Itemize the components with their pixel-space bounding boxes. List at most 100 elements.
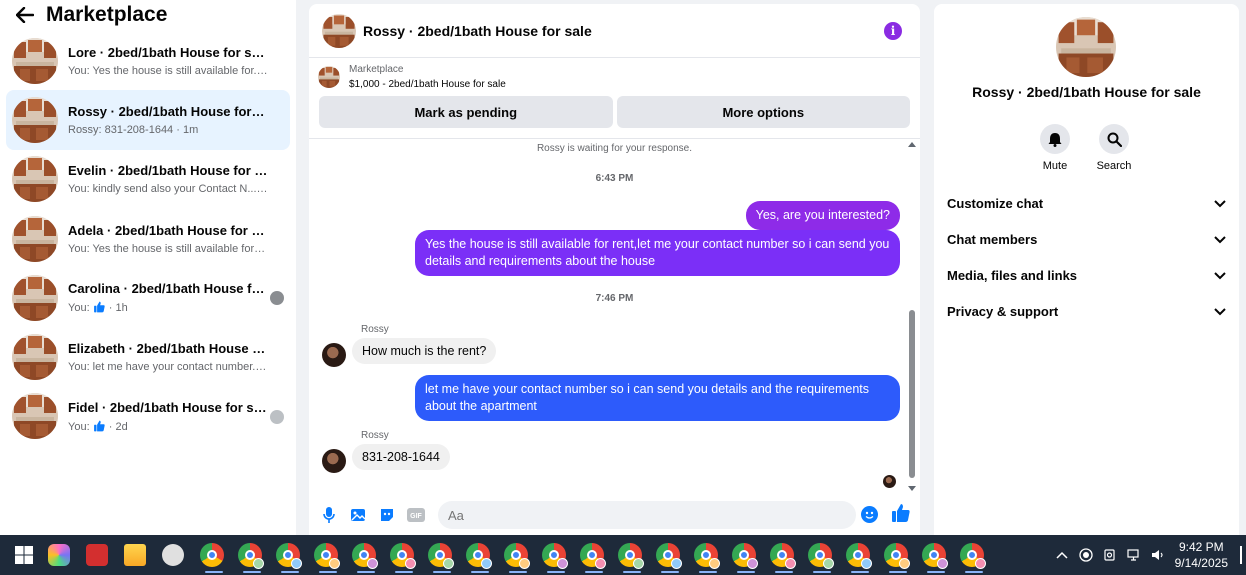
chrome-icon[interactable] xyxy=(200,543,224,573)
like-thumb-icon[interactable] xyxy=(891,503,911,528)
mark-pending-button[interactable]: Mark as pending xyxy=(319,96,613,128)
message-line: details and requirements about the house xyxy=(425,254,656,268)
conversation-item[interactable]: Evelin · 2bed/1bath House for sale You: k… xyxy=(6,150,290,209)
info-icon[interactable]: i xyxy=(884,22,902,40)
conversation-thumbnail xyxy=(12,215,58,262)
microphone-icon[interactable] xyxy=(320,506,338,524)
chrome-icon[interactable] xyxy=(656,543,682,573)
clock-date: 9/14/2025 xyxy=(1174,556,1228,570)
gif-icon[interactable]: GIF xyxy=(407,506,425,524)
scroll-down-arrow-icon[interactable] xyxy=(908,486,916,491)
chrome-icon[interactable] xyxy=(770,543,796,573)
chrome-icon[interactable] xyxy=(960,543,986,573)
chrome-icon[interactable] xyxy=(618,543,644,573)
chat-title[interactable]: Rossy · 2bed/1bath House for sale xyxy=(363,23,592,39)
conversation-preview: You: let me have your contact number... … xyxy=(68,361,268,374)
start-button[interactable] xyxy=(0,546,48,564)
camera-icon[interactable] xyxy=(1103,548,1117,562)
chrome-icon[interactable] xyxy=(390,543,416,573)
chrome-icon[interactable] xyxy=(580,543,606,573)
chrome-icon[interactable] xyxy=(694,543,720,573)
marketplace-label: Marketplace xyxy=(349,64,404,75)
chrome-icon[interactable] xyxy=(276,543,302,573)
listing-price: $1,000 - 2bed/1bath House for sale xyxy=(349,79,506,90)
chrome-icon[interactable] xyxy=(542,543,568,573)
scroll-thumb[interactable] xyxy=(909,310,915,478)
taskbar-clock[interactable]: 9:42 PM 9/14/2025 xyxy=(1175,539,1228,571)
details-section[interactable]: Customize chat xyxy=(947,185,1226,221)
record-icon[interactable] xyxy=(1078,548,1093,562)
marketplace-listing[interactable]: Marketplace $1,000 - 2bed/1bath House fo… xyxy=(309,58,920,96)
paint-icon[interactable] xyxy=(162,544,184,566)
conversation-preview: You: Yes the house is still available fo… xyxy=(68,64,268,77)
chrome-icon[interactable] xyxy=(846,543,872,573)
conversation-name: Lore · 2bed/1bath House for sale xyxy=(68,44,268,60)
chrome-icon[interactable] xyxy=(428,543,454,573)
chrome-icon[interactable] xyxy=(922,543,948,573)
scrollbar[interactable] xyxy=(908,139,916,494)
message-composer: GIF xyxy=(309,499,920,531)
outgoing-message: let me have your contact number so i can… xyxy=(415,375,900,421)
conversation-item[interactable]: Elizabeth · 2bed/1bath House for s... You… xyxy=(6,327,290,386)
chrome-icon[interactable] xyxy=(732,543,758,573)
conversation-preview: You: Yes the house is still available fo… xyxy=(68,242,267,255)
chevron-down-icon xyxy=(1214,304,1226,319)
conversation-preview: You: · 2d xyxy=(68,420,128,433)
system-tray: 9:42 PM 9/14/2025 xyxy=(1055,535,1246,575)
chrome-icon[interactable] xyxy=(808,543,834,573)
scroll-up-arrow-icon[interactable] xyxy=(908,142,916,147)
message-line: let me have your contact number so i can… xyxy=(425,382,870,396)
details-section[interactable]: Privacy & support xyxy=(947,294,1226,330)
timestamp: 6:43 PM xyxy=(595,173,634,184)
details-section[interactable]: Media, files and links xyxy=(947,258,1226,294)
conversation-item[interactable]: Rossy · 2bed/1bath House for sale Rossy: … xyxy=(6,90,290,150)
more-options-button[interactable]: More options xyxy=(616,96,910,128)
bell-icon[interactable] xyxy=(1040,124,1070,154)
chrome-icon[interactable] xyxy=(238,543,264,573)
chrome-icon[interactable] xyxy=(466,543,492,573)
app-icon[interactable] xyxy=(86,544,108,566)
chevron-down-icon xyxy=(1214,232,1226,247)
conversation-sidebar: Marketplace Lore · 2bed/1bath House for … xyxy=(0,0,296,535)
conversation-name: Rossy · 2bed/1bath House for sale xyxy=(68,103,268,119)
conversation-item[interactable]: Lore · 2bed/1bath House for sale You: Yes… xyxy=(6,31,290,90)
chrome-icon[interactable] xyxy=(352,543,378,573)
windows-taskbar: 9:42 PM 9/14/2025 xyxy=(0,535,1246,575)
conversation-item[interactable]: Adela · 2bed/1bath House for sale You: Ye… xyxy=(6,209,290,268)
section-label: Media, files and links xyxy=(947,268,1078,284)
sender-avatar[interactable] xyxy=(322,343,346,367)
profile-avatar[interactable] xyxy=(1056,17,1116,77)
chat-window: Rossy · 2bed/1bath House for sale i Mark… xyxy=(309,4,920,535)
conversation-thumbnail xyxy=(12,37,58,84)
details-section[interactable]: Chat members xyxy=(947,221,1226,257)
volume-icon[interactable] xyxy=(1151,548,1165,562)
listing-thumbnail xyxy=(318,66,340,88)
search-label: Search xyxy=(1096,160,1132,172)
conversation-thumbnail xyxy=(12,334,58,381)
sender-avatar[interactable] xyxy=(322,449,346,473)
conversation-item[interactable]: Fidel · 2bed/1bath House for sale You: · … xyxy=(6,387,290,446)
conversation-item[interactable]: Carolina · 2bed/1bath House for... You: ·… xyxy=(6,268,290,327)
chat-details-panel: Rossy · 2bed/1bath House for sale Mute S… xyxy=(934,4,1239,535)
conversation-preview: Rossy: 831-208-1644 · 1m xyxy=(68,123,199,136)
conversation-thumbnail xyxy=(12,96,58,143)
show-desktop-button[interactable] xyxy=(1240,546,1242,564)
search-icon[interactable] xyxy=(1099,124,1129,154)
seen-avatar xyxy=(270,409,284,424)
file-explorer-icon[interactable] xyxy=(124,544,146,566)
chrome-icon[interactable] xyxy=(314,543,340,573)
network-icon[interactable] xyxy=(1127,548,1141,562)
emoji-icon[interactable] xyxy=(861,506,878,523)
sender-name: Rossy xyxy=(361,324,389,335)
sticker-icon[interactable] xyxy=(378,506,396,524)
photo-icon[interactable] xyxy=(349,506,367,524)
message-input[interactable] xyxy=(438,501,856,529)
mute-button[interactable]: Mute xyxy=(1030,124,1080,172)
chat-avatar[interactable] xyxy=(322,13,356,48)
search-button[interactable]: Search xyxy=(1089,124,1139,172)
chrome-icon[interactable] xyxy=(884,543,910,573)
copilot-icon[interactable] xyxy=(48,544,70,566)
chevron-up-icon[interactable] xyxy=(1055,548,1069,562)
chrome-icon[interactable] xyxy=(504,543,530,573)
back-arrow-icon[interactable] xyxy=(16,5,36,25)
